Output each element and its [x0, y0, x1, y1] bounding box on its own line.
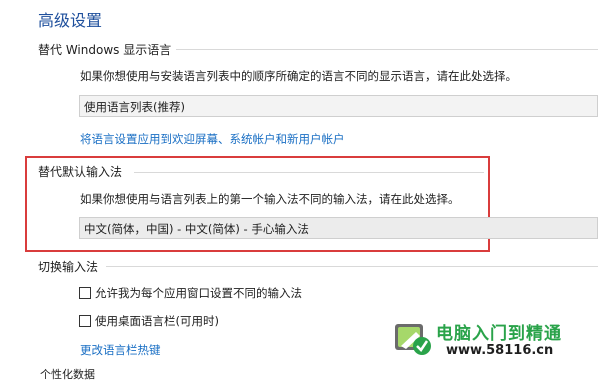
- watermark-logo-icon: [395, 324, 431, 355]
- input-method-heading: 替代默认输入法: [38, 165, 123, 179]
- desktop-language-bar-label: 使用桌面语言栏(可用时): [95, 314, 219, 328]
- section-divider: [134, 172, 484, 173]
- apply-language-settings-link[interactable]: 将语言设置应用到欢迎屏幕、系统帐户和新用户帐户: [80, 131, 345, 147]
- per-app-input-label: 允许我为每个应用窗口设置不同的输入法: [95, 286, 302, 300]
- section-divider: [106, 266, 598, 267]
- input-method-dropdown[interactable]: 中文(简体，中国) - 中文(简体) - 手心输入法: [79, 217, 598, 239]
- desktop-language-bar-checkbox[interactable]: [79, 315, 91, 327]
- next-section-heading: 个性化数据: [40, 368, 95, 381]
- display-language-heading: 替代 Windows 显示语言: [38, 43, 172, 57]
- display-language-selected: 使用语言列表(推荐): [84, 100, 185, 114]
- input-method-selected: 中文(简体，中国) - 中文(简体) - 手心输入法: [84, 222, 309, 236]
- watermark-text: 电脑入门到精通: [436, 324, 562, 344]
- display-language-dropdown[interactable]: 使用语言列表(推荐): [79, 95, 598, 117]
- watermark-url: www.58116.cn: [446, 343, 554, 358]
- page-title: 高级设置: [38, 11, 103, 30]
- display-language-description: 如果你想使用与安装语言列表中的顺序所确定的语言不同的显示语言，请在此处选择。: [80, 69, 517, 83]
- change-language-bar-hotkeys-link[interactable]: 更改语言栏热键: [80, 342, 161, 358]
- switch-input-heading: 切换输入法: [38, 260, 99, 274]
- section-divider: [176, 49, 598, 50]
- input-method-description: 如果你想使用与语言列表上的第一个输入法不同的输入法，请在此处选择。: [80, 192, 460, 206]
- per-app-input-checkbox[interactable]: [79, 287, 91, 299]
